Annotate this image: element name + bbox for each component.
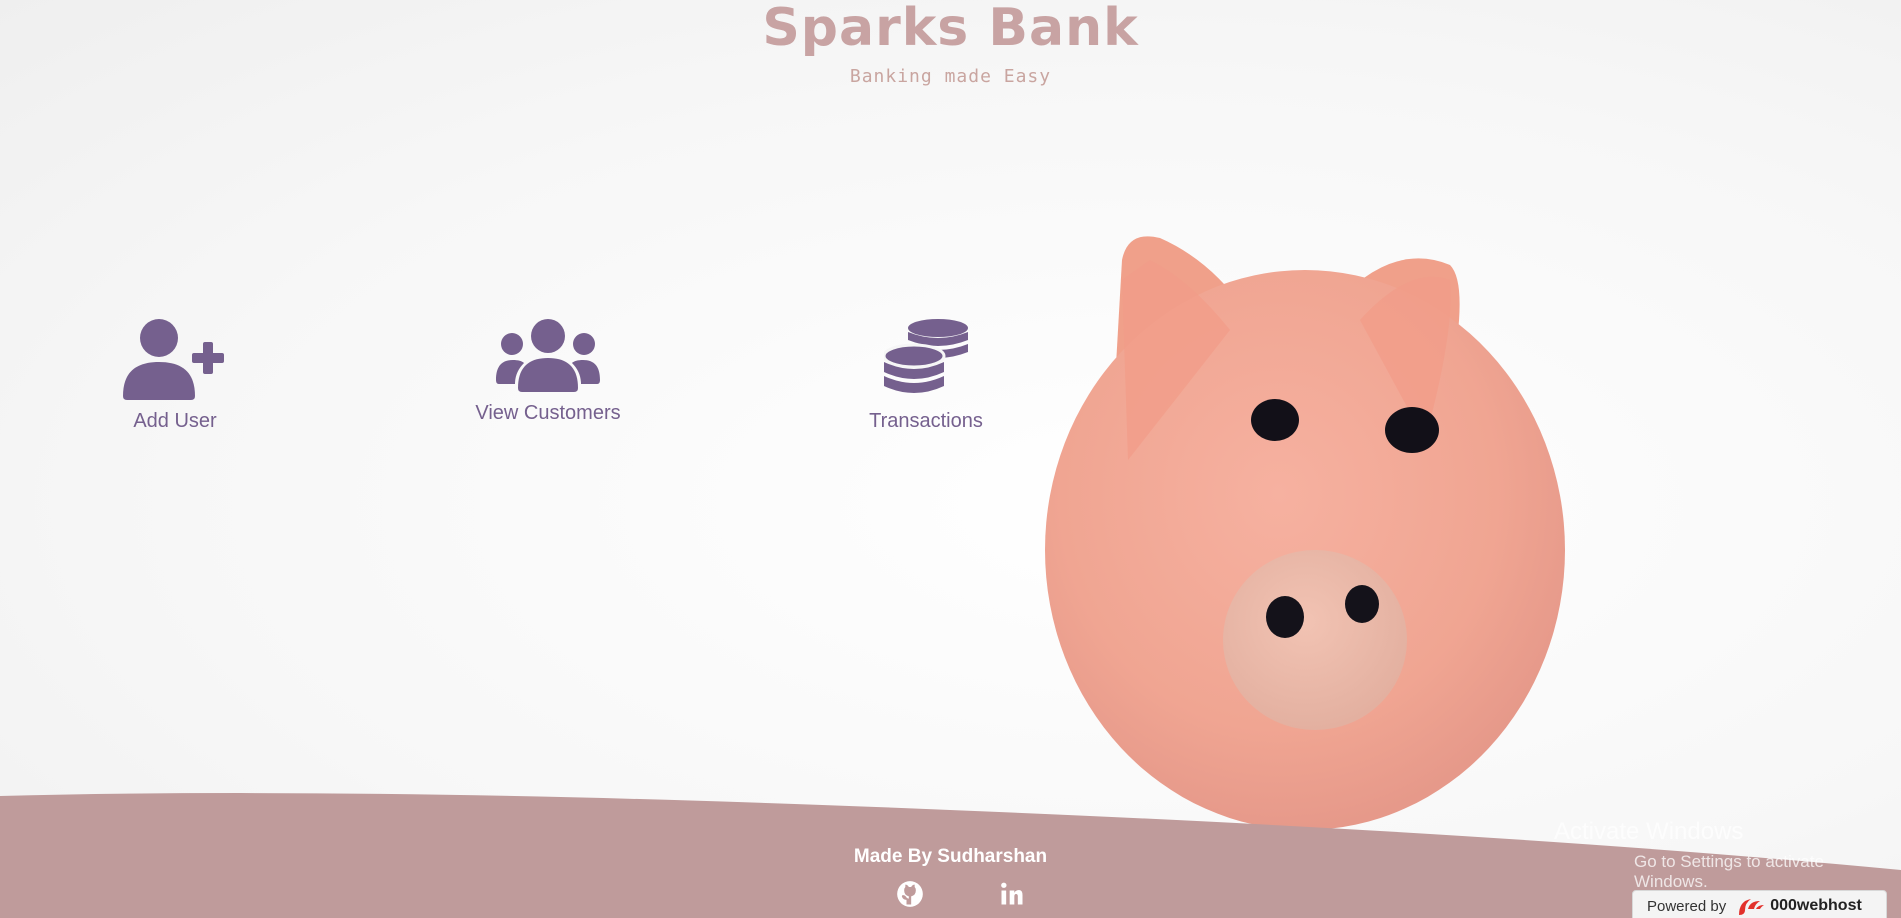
github-link[interactable]	[896, 880, 924, 908]
site-title[interactable]: Sparks Bank	[0, 0, 1901, 56]
activation-title: Activate Windows	[1554, 818, 1744, 845]
add-user-button[interactable]: Add User	[75, 318, 275, 433]
transactions-button[interactable]: Transactions	[826, 318, 1026, 433]
webhost-logo-icon	[1739, 899, 1765, 915]
powered-by-badge[interactable]: Powered by 000webhost	[1632, 890, 1887, 918]
user-plus-icon	[123, 319, 224, 400]
header: Sparks Bank Banking made Easy	[0, 0, 1901, 87]
transactions-label: Transactions	[869, 410, 983, 432]
add-user-label: Add User	[133, 410, 217, 432]
windows-activation-watermark: Activate Windows Go to Settings to activ…	[1554, 818, 1901, 892]
github-icon	[897, 881, 923, 907]
linkedin-link[interactable]	[998, 880, 1026, 908]
view-customers-label: View Customers	[475, 402, 621, 424]
users-icon	[496, 319, 600, 392]
piggy-bank-image	[1045, 236, 1565, 830]
view-customers-button[interactable]: View Customers	[448, 318, 648, 425]
powered-by-label: Powered by	[1647, 897, 1727, 915]
activation-subtitle: Go to Settings to activate Windows.	[1634, 852, 1824, 891]
site-subtitle: Banking made Easy	[849, 66, 1052, 87]
powered-by-brand: 000webhost	[1770, 897, 1862, 914]
linkedin-icon	[1001, 882, 1023, 905]
coins-icon	[884, 319, 968, 393]
